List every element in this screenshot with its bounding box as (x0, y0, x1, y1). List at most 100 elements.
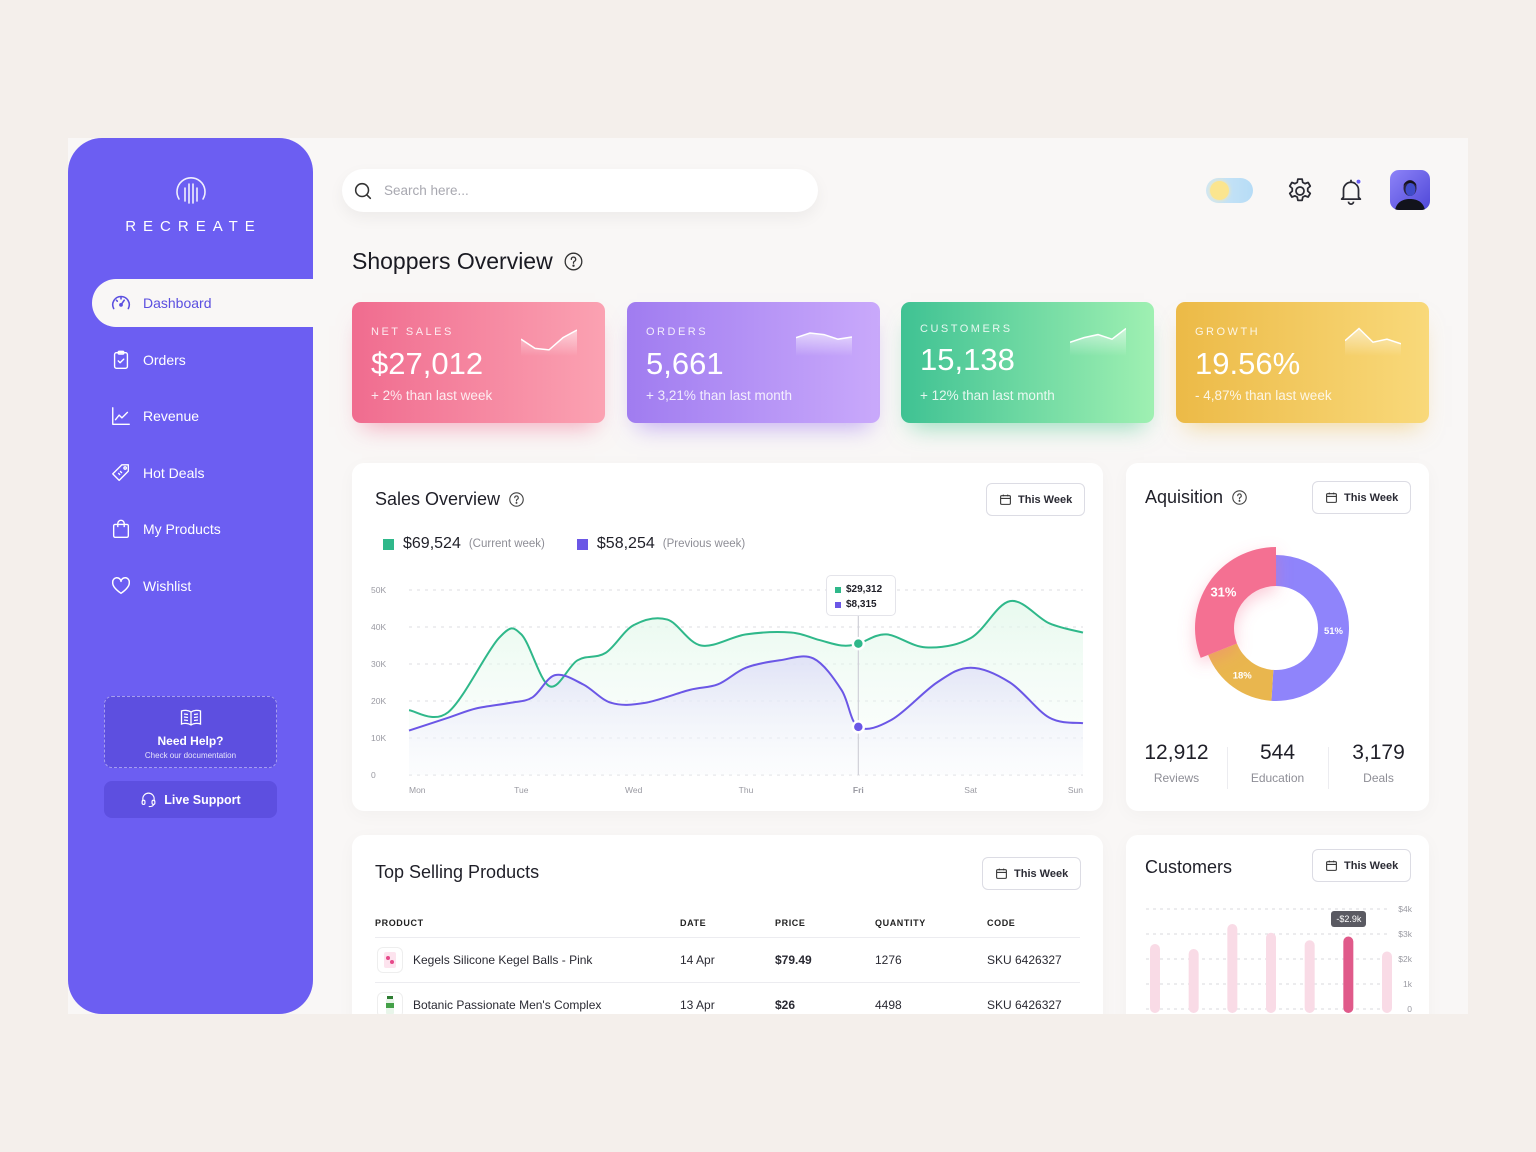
acquisition-stats: 12,912 Reviews 544 Education 3,179 Deals (1126, 741, 1429, 789)
acq-stat-label: Deals (1363, 771, 1394, 785)
product-thumbnail (377, 992, 403, 1014)
acquisition-card: Aquisition This Week 51% 18% 31% 12,912 Re… (1126, 463, 1429, 811)
product-code: SKU 6426327 (987, 998, 1062, 1012)
customers-bar-chart[interactable]: 0 1k $2k $3k $4k (1126, 835, 1429, 1014)
top-selling-card: Top Selling Products This Week PRODUCT D… (352, 835, 1103, 1014)
line-chart-icon (112, 407, 130, 425)
table-header: PRODUCT DATE PRICE QUANTITY CODE (375, 908, 1080, 938)
acq-stat-deals: 3,179 Deals (1328, 741, 1429, 789)
table-row[interactable]: Botanic Passionate Men's Complex 13 Apr … (375, 983, 1080, 1014)
acquisition-donut-chart[interactable]: 51% 18% 31% (1126, 523, 1429, 773)
y-tick-label: 1k (1403, 979, 1413, 989)
heart-icon (111, 576, 131, 594)
column-header-date[interactable]: DATE (680, 918, 775, 928)
stat-card-net-sales[interactable]: NET SALES $27,012 + 2% than last week (352, 302, 605, 423)
user-avatar[interactable] (1390, 170, 1430, 210)
hover-point-current (851, 636, 866, 651)
legend-swatch-previous (576, 538, 588, 550)
column-header-quantity[interactable]: QUANTITY (875, 918, 987, 928)
x-tick-label: Wed (625, 785, 643, 795)
sidebar-item-revenue[interactable]: Revenue (68, 392, 313, 440)
series-area-current (409, 600, 1083, 775)
search-input[interactable] (384, 183, 784, 198)
stat-label: ORDERS (646, 326, 709, 338)
logo-icon (175, 177, 206, 204)
card-title-text: Aquisition (1145, 487, 1224, 507)
column-header-price[interactable]: PRICE (775, 918, 875, 928)
acq-stat-education: 544 Education (1227, 741, 1328, 789)
live-support-button[interactable]: Live Support (104, 781, 277, 818)
x-tick-label: Tue (514, 785, 529, 795)
tooltip-current-value: $29,312 (846, 584, 883, 595)
products-table: PRODUCT DATE PRICE QUANTITY CODE Kegels … (375, 908, 1080, 1014)
period-label: This Week (1014, 867, 1069, 880)
sparkline-icon (1070, 327, 1126, 356)
search-bar[interactable] (342, 169, 818, 212)
sidebar-item-my-products[interactable]: My Products (68, 505, 313, 553)
help-circle-icon[interactable] (508, 491, 525, 508)
stat-label: NET SALES (371, 326, 454, 338)
sidebar-item-dashboard[interactable]: Dashboard (92, 279, 313, 327)
table-row[interactable]: Kegels Silicone Kegel Balls - Pink 14 Ap… (375, 938, 1080, 983)
column-header-product[interactable]: PRODUCT (375, 918, 680, 928)
sparkline-area (796, 333, 852, 356)
y-tick-label: 20K (371, 696, 386, 706)
legend-current-amount: $69,524 (403, 535, 461, 552)
theme-toggle[interactable] (1206, 178, 1253, 203)
x-tick-label: Thu (739, 785, 754, 795)
help-circle-icon[interactable] (1231, 489, 1248, 506)
brand-name: RECREATE (125, 218, 262, 235)
clipboard-check-icon (113, 350, 129, 369)
product-price: $79.49 (775, 953, 812, 967)
top-selling-title: Top Selling Products (375, 862, 539, 883)
bar (1266, 932, 1276, 1013)
legend-previous-label: (Previous week) (662, 538, 746, 550)
sidebar-item-hot-deals[interactable]: Hot Deals (68, 449, 313, 497)
tooltip-previous-value: $8,315 (846, 599, 877, 610)
bar-tooltip: -$2.9k (1331, 910, 1367, 927)
top-selling-period-button[interactable]: This Week (982, 857, 1082, 890)
help-title: Need Help? (157, 734, 224, 748)
acq-stat-reviews: 12,912 Reviews (1126, 741, 1227, 785)
sidebar-item-label: My Products (143, 521, 221, 537)
product-date: 13 Apr (680, 998, 715, 1012)
y-tick-label: $4k (1398, 904, 1412, 914)
acquisition-title: Aquisition (1145, 487, 1248, 508)
product-cell: Kegels Silicone Kegel Balls - Pink (375, 947, 680, 973)
acquisition-period-button[interactable]: This Week (1312, 481, 1412, 514)
sales-overview-title: Sales Overview (375, 489, 525, 510)
y-tick-label: $3k (1398, 929, 1412, 939)
sparkline-icon (521, 329, 577, 356)
y-tick-label: 50K (371, 585, 386, 595)
calendar-icon (1326, 492, 1337, 503)
bar (1227, 924, 1238, 1013)
product-cell: Botanic Passionate Men's Complex (375, 992, 680, 1014)
stat-card-customers[interactable]: CUSTOMERS 15,138 + 12% than last month (901, 302, 1154, 423)
product-quantity: 1276 (875, 953, 902, 967)
product-code: SKU 6426327 (987, 953, 1062, 967)
sales-period-button[interactable]: This Week (986, 483, 1086, 516)
help-documentation-box[interactable]: Need Help? Check our documentation (104, 696, 277, 768)
settings-gear-icon (1288, 178, 1312, 202)
sidebar-item-orders[interactable]: Orders (68, 336, 313, 384)
settings-button[interactable] (1285, 176, 1315, 206)
logo[interactable]: RECREATE (68, 174, 313, 235)
stat-value: $27,012 (371, 346, 484, 381)
column-header-code[interactable]: CODE (987, 918, 1080, 928)
donut-slice (1195, 547, 1276, 658)
sun-icon (1210, 181, 1229, 200)
sales-legend: $69,524 (Current week) $58,254 (Previous… (383, 535, 777, 553)
sidebar-item-wishlist[interactable]: Wishlist (68, 562, 313, 610)
y-tick-label: $2k (1398, 954, 1412, 964)
sidebar-item-label: Dashboard (143, 295, 212, 311)
user-avatar-photo (1395, 180, 1425, 210)
help-subtitle: Check our documentation (144, 751, 237, 760)
card-title-text: Sales Overview (375, 489, 501, 509)
notifications-button[interactable] (1336, 176, 1366, 206)
stat-card-growth[interactable]: GROWTH 19.56% - 4,87% than last week (1176, 302, 1429, 423)
stat-card-orders[interactable]: ORDERS 5,661 + 3,21% than last month (627, 302, 880, 423)
notification-bell-icon (1340, 178, 1362, 205)
sidebar-item-label: Revenue (143, 408, 200, 424)
product-thumbnail (377, 947, 403, 973)
help-circle-icon[interactable] (563, 251, 584, 272)
